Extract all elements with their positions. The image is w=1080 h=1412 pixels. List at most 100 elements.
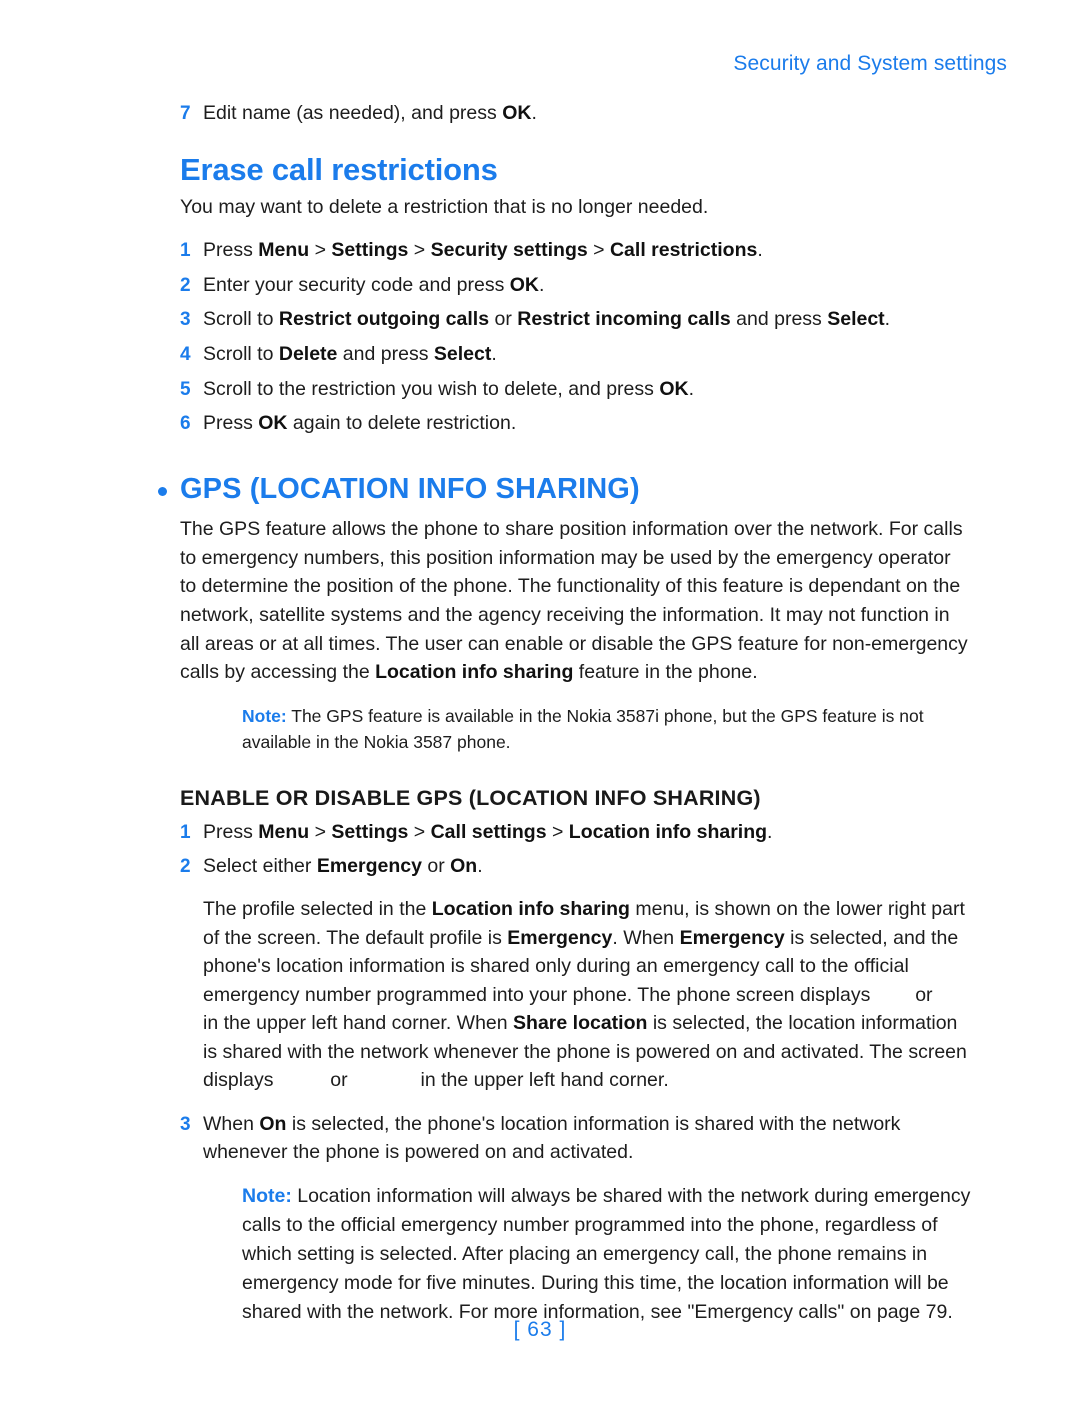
step-bold-ok: OK: [502, 102, 532, 124]
t: or: [421, 855, 451, 878]
step-number: 1: [180, 821, 191, 843]
t: and press: [730, 308, 828, 331]
list-item: 2 Select either Emergency or On.: [180, 853, 972, 881]
t: >: [546, 820, 569, 843]
step-text: When On is selected, the phone's locatio…: [203, 1111, 972, 1166]
t: The profile selected in the: [203, 898, 432, 921]
t: Scroll to: [203, 308, 279, 331]
step-text: Select either Emergency or On.: [203, 853, 483, 881]
list-item: 6 Press OK again to delete restriction.: [180, 410, 972, 438]
t: or: [909, 983, 938, 1006]
running-header: Security and System settings: [733, 52, 1007, 75]
note-text: The GPS feature is available in the Noki…: [242, 705, 924, 753]
manual-page: Security and System settings 7 Edit name…: [0, 0, 1080, 1412]
t: .: [539, 273, 545, 296]
option-share-location: Share location: [513, 1012, 648, 1035]
option-emergency: Emergency: [316, 855, 422, 878]
menu-path-menu: Menu: [258, 820, 310, 843]
t: Scroll to: [203, 342, 279, 365]
option-restrict-outgoing-calls: Restrict outgoing calls: [278, 308, 490, 331]
list-item: 3 Scroll to Restrict outgoing calls or R…: [180, 306, 972, 334]
list-item: 5 Scroll to the restriction you wish to …: [180, 376, 972, 404]
step-number: 5: [180, 378, 191, 400]
step-text: Edit name (as needed), and press OK.: [203, 100, 537, 128]
key-ok: OK: [258, 412, 288, 435]
menu-path-settings: Settings: [331, 820, 409, 843]
list-item: 4 Scroll to Delete and press Select.: [180, 341, 972, 369]
section-heading-gps: GPS (LOCATION INFO SHARING): [158, 473, 972, 506]
list-item: 2 Enter your security code and press OK.: [180, 272, 972, 300]
key-ok: OK: [509, 273, 539, 296]
step-number: 3: [180, 309, 191, 331]
note-gps-availability: Note: The GPS feature is available in th…: [242, 703, 972, 756]
t: .: [757, 238, 763, 261]
section-heading-erase-call-restrictions: Erase call restrictions: [180, 151, 498, 187]
step-number: 1: [180, 239, 191, 261]
t: .: [477, 855, 483, 878]
subheading-enable-or-disable-gps: ENABLE OR DISABLE GPS (LOCATION INFO SHA…: [180, 785, 761, 810]
option-emergency: Emergency: [679, 926, 785, 949]
t: The GPS feature allows the phone to shar…: [180, 518, 968, 684]
key-select: Select: [827, 308, 885, 331]
note-label: Note:: [242, 705, 287, 726]
t: .: [688, 377, 694, 400]
t: is selected, the phone's location inform…: [203, 1113, 901, 1163]
step-text: Press OK again to delete restriction.: [203, 410, 516, 438]
menu-path-settings: Settings: [331, 238, 409, 261]
feature-location-info-sharing: Location info sharing: [375, 661, 574, 684]
menu-path-call-restrictions: Call restrictions: [609, 238, 758, 261]
step-number: 6: [180, 413, 191, 435]
t: >: [587, 238, 610, 261]
t: Press: [203, 412, 259, 435]
step-number: 3: [180, 1114, 191, 1136]
bullet-dot-icon: [158, 487, 167, 497]
step-number: 2: [180, 856, 191, 878]
key-ok: OK: [659, 377, 689, 400]
t: >: [408, 820, 431, 843]
erase-intro-paragraph: You may want to delete a restriction tha…: [180, 196, 709, 219]
step-text: Enter your security code and press OK.: [203, 272, 544, 300]
t: Press: [203, 238, 259, 261]
t: . When: [612, 926, 680, 949]
gps-intro-paragraph: The GPS feature allows the phone to shar…: [180, 515, 972, 686]
list-item: 7 Edit name (as needed), and press OK.: [180, 100, 972, 128]
step-text-pre: Edit name (as needed), and press: [203, 102, 503, 124]
option-on: On: [259, 1113, 287, 1136]
menu-path-security-settings: Security settings: [430, 238, 588, 261]
menu-path-location-info-sharing: Location info sharing: [568, 820, 768, 843]
t: and press: [337, 342, 434, 365]
note-text: Location information will always be shar…: [242, 1185, 971, 1323]
option-on: On: [450, 855, 478, 878]
t: Enter your security code and press: [203, 273, 510, 296]
feature-location-info-sharing: Location info sharing: [431, 898, 630, 921]
step-text: Press Menu > Settings > Security setting…: [203, 237, 763, 265]
step-number: 7: [180, 103, 191, 124]
t: or: [324, 1069, 354, 1092]
t: >: [309, 238, 332, 261]
t: When: [203, 1113, 260, 1136]
note-label: Note:: [242, 1185, 292, 1208]
t: .: [884, 308, 891, 331]
list-item: 1 Press Menu > Settings > Security setti…: [180, 237, 972, 265]
option-restrict-incoming-calls: Restrict incoming calls: [517, 308, 731, 331]
menu-path-menu: Menu: [258, 238, 310, 261]
list-item: 1 Press Menu > Settings > Call settings …: [180, 819, 972, 847]
t: Select either: [203, 855, 317, 878]
t: in the upper left hand corner. When: [203, 1012, 514, 1035]
section-heading-gps-label: GPS (LOCATION INFO SHARING): [180, 473, 640, 506]
t: again to delete restriction.: [287, 412, 517, 435]
t: Scroll to the restriction you wish to de…: [203, 377, 660, 400]
t: >: [408, 238, 431, 261]
page-content: 7 Edit name (as needed), and press OK. E…: [158, 100, 972, 1341]
t: or: [489, 308, 518, 331]
step-text: Press Menu > Settings > Call settings > …: [203, 819, 772, 847]
step-text: Scroll to Delete and press Select.: [203, 341, 497, 369]
t: Press: [203, 820, 259, 843]
step-text-post: .: [531, 102, 537, 124]
step-number: 4: [180, 343, 191, 365]
key-select: Select: [433, 342, 492, 365]
t: .: [767, 820, 773, 843]
note-emergency-location-sharing: Note: Location information will always b…: [242, 1182, 972, 1326]
menu-path-call-settings: Call settings: [430, 820, 547, 843]
